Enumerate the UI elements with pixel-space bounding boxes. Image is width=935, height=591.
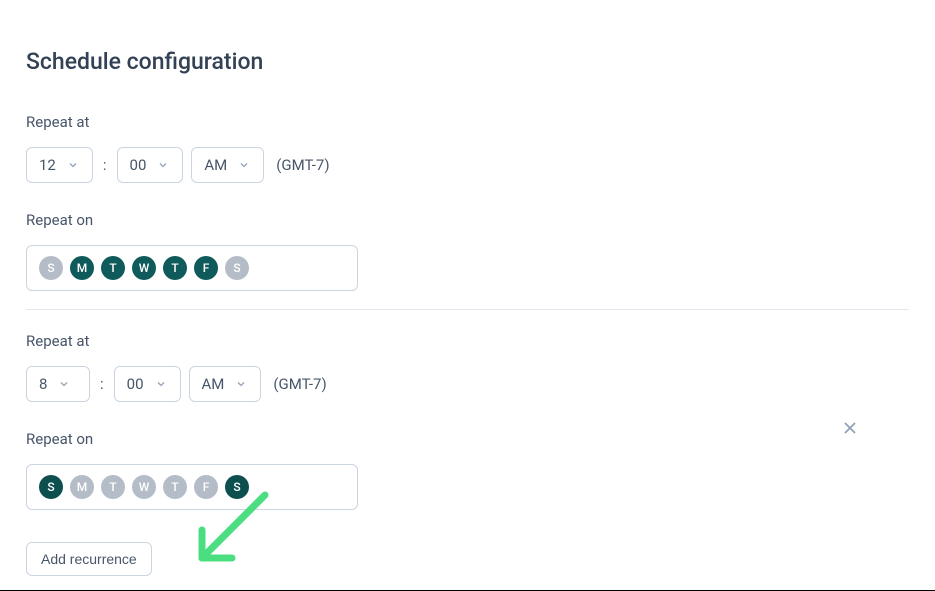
chevron-down-icon bbox=[57, 377, 71, 391]
time-separator: : bbox=[100, 375, 104, 393]
days-selector: S M T W T F S bbox=[26, 245, 358, 291]
hour-value: 12 bbox=[39, 156, 56, 174]
day-toggle-sat[interactable]: S bbox=[225, 475, 249, 499]
minute-value: 00 bbox=[130, 156, 147, 174]
hour-select[interactable]: 8 bbox=[26, 366, 90, 402]
day-toggle-mon[interactable]: M bbox=[70, 475, 94, 499]
close-icon[interactable] bbox=[841, 418, 859, 442]
hour-value: 8 bbox=[39, 375, 47, 393]
period-select[interactable]: AM bbox=[189, 366, 262, 402]
day-toggle-mon[interactable]: M bbox=[70, 256, 94, 280]
period-select[interactable]: AM bbox=[191, 147, 264, 183]
time-row: 8 : 00 AM (GMT-7) bbox=[26, 366, 909, 402]
time-row: 12 : 00 AM (GMT-7) bbox=[26, 147, 909, 183]
day-toggle-fri[interactable]: F bbox=[194, 256, 218, 280]
repeat-on-label: Repeat on bbox=[26, 211, 909, 229]
recurrence-block: Repeat at 8 : 00 AM (GMT-7) bbox=[26, 332, 909, 510]
time-separator: : bbox=[103, 156, 107, 174]
day-toggle-sun[interactable]: S bbox=[39, 256, 63, 280]
hour-select[interactable]: 12 bbox=[26, 147, 93, 183]
chevron-down-icon bbox=[154, 377, 168, 391]
day-toggle-fri[interactable]: F bbox=[194, 475, 218, 499]
divider bbox=[26, 309, 909, 310]
period-value: AM bbox=[202, 375, 225, 393]
timezone-label: (GMT-7) bbox=[276, 156, 329, 174]
day-toggle-thu[interactable]: T bbox=[163, 256, 187, 280]
recurrence-block: Repeat at 12 : 00 AM (GMT-7) bbox=[26, 113, 909, 291]
minute-select[interactable]: 00 bbox=[117, 147, 184, 183]
add-recurrence-button[interactable]: Add recurrence bbox=[26, 542, 152, 576]
period-value: AM bbox=[204, 156, 227, 174]
day-toggle-thu[interactable]: T bbox=[163, 475, 187, 499]
repeat-at-label: Repeat at bbox=[26, 113, 909, 131]
minute-select[interactable]: 00 bbox=[114, 366, 181, 402]
day-toggle-tue[interactable]: T bbox=[101, 475, 125, 499]
repeat-at-label: Repeat at bbox=[26, 332, 909, 350]
chevron-down-icon bbox=[237, 158, 251, 172]
days-selector: S M T W T F S bbox=[26, 464, 358, 510]
page-title: Schedule configuration bbox=[26, 48, 909, 75]
chevron-down-icon bbox=[156, 158, 170, 172]
day-toggle-tue[interactable]: T bbox=[101, 256, 125, 280]
day-toggle-sat[interactable]: S bbox=[225, 256, 249, 280]
day-toggle-sun[interactable]: S bbox=[39, 475, 63, 499]
day-toggle-wed[interactable]: W bbox=[132, 256, 156, 280]
chevron-down-icon bbox=[66, 158, 80, 172]
day-toggle-wed[interactable]: W bbox=[132, 475, 156, 499]
minute-value: 00 bbox=[127, 375, 144, 393]
chevron-down-icon bbox=[234, 377, 248, 391]
timezone-label: (GMT-7) bbox=[273, 375, 326, 393]
repeat-on-label: Repeat on bbox=[26, 430, 909, 448]
